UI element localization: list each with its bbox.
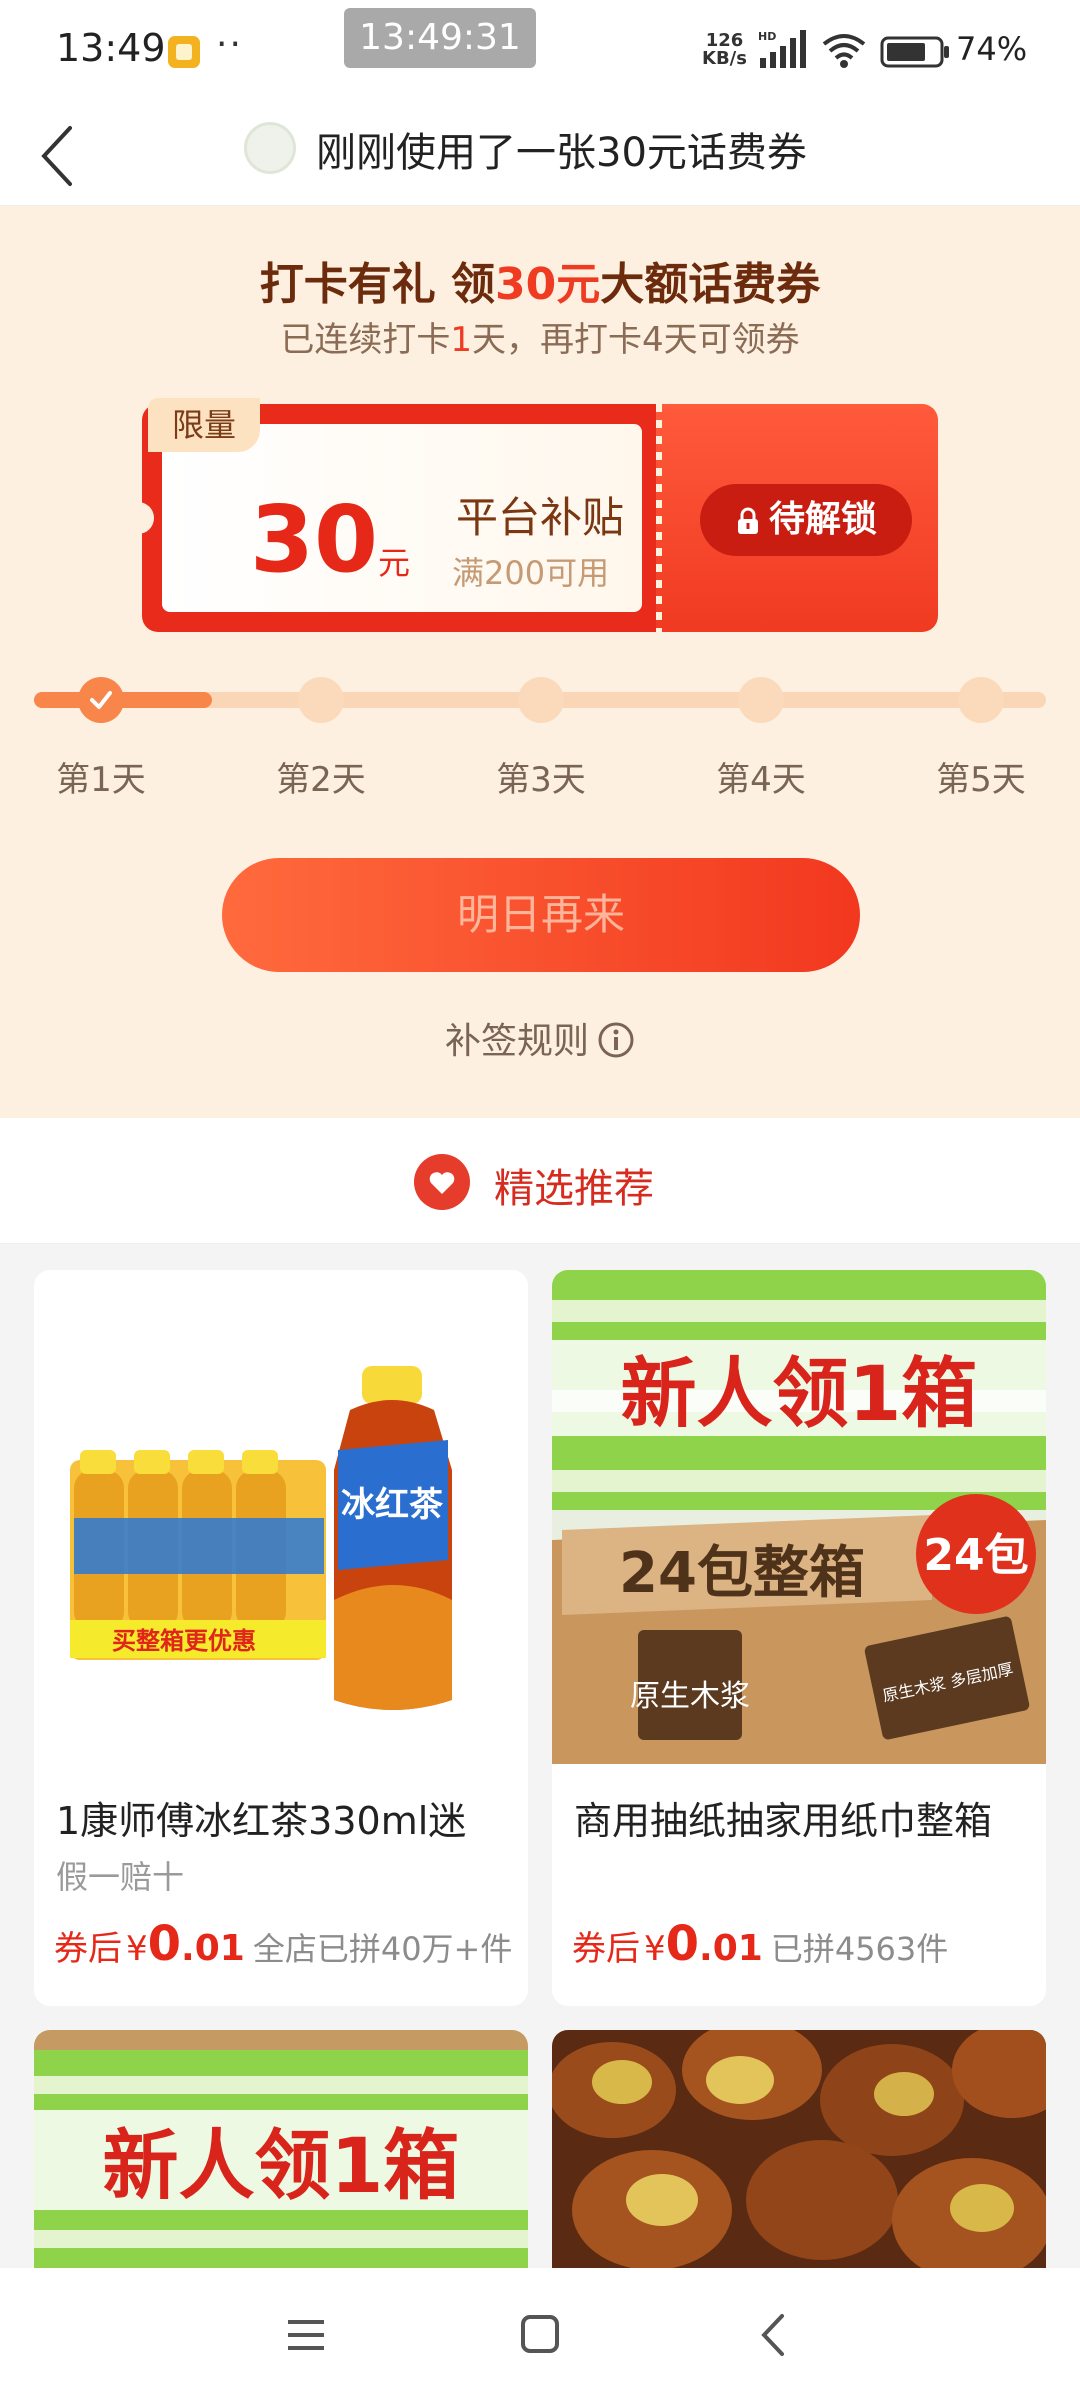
day-2-dot [298,677,344,723]
coupon-notch [130,502,154,534]
page-header: 刚刚使用了一张30元话费券 [0,100,1080,206]
product-image-tissue: 新人领1箱 [34,2030,528,2268]
day-3-label: 第3天 [496,760,586,800]
product-image-tissue: 新人领1箱 24包整箱 24包 原生木浆 原生木浆 多层加厚 [552,1270,1046,1764]
tissue-box-text: 24包整箱 [619,1541,865,1606]
currency-symbol: ¥ [126,1929,148,1969]
checkin-section: 打卡有礼 领30元大额话费券 已连续打卡1天，再打卡4天可领券 30 元 平台补… [0,206,1080,1118]
home-icon[interactable] [520,2314,560,2354]
coupon-condition: 满200可用 [452,554,610,592]
tissue-headline: 新人领1箱 [103,2121,460,2210]
checkin-sub-days: 1 [450,320,472,360]
price-prefix: 券后 [54,1929,122,1969]
back-icon[interactable] [758,2312,786,2358]
back-arrow-icon[interactable] [36,124,76,188]
battery-icon [880,36,949,68]
checkin-title: 打卡有礼 领30元大额话费券 [0,248,1080,312]
more-notifications-icon: ·· [216,24,243,65]
day-2-label: 第2天 [276,760,366,800]
clock-overlay: 13:49:31 [344,8,536,68]
check-icon [90,691,112,709]
product-tag: 假一赔十 [56,1858,185,1896]
product-card[interactable]: 新人领1箱 [34,2030,528,2268]
network-speed-unit: KB/s [702,48,747,69]
price-prefix: 券后 [572,1929,640,1969]
recommend-title: 精选推荐 [494,1166,654,1212]
price-integer: 0 [147,1916,182,1972]
coupon-inner: 30 元 平台补贴 满200可用 [162,424,642,612]
coupon-stub: 待解锁 [656,404,938,632]
coupon-card[interactable]: 30 元 平台补贴 满200可用 限量 待解锁 [130,398,938,632]
day-5-label: 第5天 [936,760,1026,800]
coupon-amount: 30 [250,486,379,593]
checkin-title-amount: 30元 [495,259,601,310]
checkin-sub-prefix: 已连续打卡 [280,320,451,360]
day-4-dot [738,677,784,723]
day-1-dot [78,677,124,723]
checkin-sub-suffix: 天，再打卡4天可领券 [472,320,800,360]
system-nav-bar [0,2268,1080,2400]
ice-tea-banner: 买整箱更优惠 [112,1627,256,1655]
network-type: HD [758,30,776,43]
info-icon [598,1022,634,1058]
day-1-label: 第1天 [56,760,146,800]
product-title: 商用抽纸抽家用纸巾整箱 [574,1799,993,1843]
price-decimal: .01 [181,1928,245,1969]
product-image-nuts [552,2030,1046,2268]
price-decimal: .01 [699,1928,763,1969]
product-title: 1康师傅冰红茶330ml迷 [56,1799,467,1843]
product-card[interactable]: 买整箱更优惠 冰红茶 1康师傅冰红茶330ml迷 假一赔十 券后 ¥0.01 全店已… [34,1270,528,2006]
checkin-title-prefix: 打卡有礼 领 [259,259,496,310]
notification-title: 刚刚使用了一张30元话费券 [316,130,807,176]
app-notification-icon [168,36,200,68]
sold-count: 全店已拼40万+件 [252,1930,513,1968]
heart-badge-icon [414,1154,470,1210]
product-card[interactable]: 新人领1箱 24包整箱 24包 原生木浆 原生木浆 多层加厚 商用抽纸抽家用纸巾… [552,1270,1046,2006]
tissue-left-label: 原生木浆 [630,1679,750,1714]
price-integer: 0 [665,1916,700,1972]
currency-symbol: ¥ [644,1929,666,1969]
price-value: 0.01 [666,1916,763,1972]
coupon-name: 平台补贴 [456,493,625,542]
signal-icon: HD [758,30,806,68]
checkin-subtitle: 已连续打卡1天，再打卡4天可领券 [0,312,1080,361]
network-speed: 126 KB/s [702,32,747,68]
price-row: 券后 ¥0.01 全店已拼40万+件 [54,1916,512,1972]
battery-percent: 74% [956,30,1028,68]
unlock-label: 待解锁 [768,499,877,540]
coupon-unit: 元 [378,544,411,582]
sold-count: 已拼4563件 [770,1930,949,1968]
lock-icon [737,507,758,534]
day-4-label: 第4天 [716,760,806,800]
wifi-icon [822,34,866,68]
come-back-tomorrow-button[interactable]: 明日再来 [222,858,860,972]
rules-label: 补签规则 [444,1021,589,1062]
unlock-button[interactable]: 待解锁 [700,484,912,556]
ice-tea-label: 冰红茶 [341,1485,444,1525]
recommend-header: 精选推荐 [0,1118,1080,1244]
menu-icon[interactable] [286,2316,326,2354]
status-bar: 13:49 ·· 13:49:31 126 KB/s HD 74% [0,0,1080,100]
product-image-ice-tea: 买整箱更优惠 冰红茶 [34,1270,528,1764]
makeup-rules-link[interactable]: 补签规则 [0,1012,1080,1064]
product-card[interactable] [552,2030,1046,2268]
status-time: 13:49 [56,26,166,70]
user-avatar [244,122,296,174]
tissue-badge: 24包 [923,1530,1028,1581]
tissue-headline: 新人领1箱 [621,1349,978,1438]
day-5-dot [958,677,1004,723]
heart-icon [429,1172,455,1194]
price-value: 0.01 [148,1916,245,1972]
price-row: 券后 ¥0.01 已拼4563件 [572,1916,948,1972]
limited-tag: 限量 [148,398,260,452]
day-3-dot [518,677,564,723]
checkin-title-suffix: 大额话费券 [600,259,821,310]
